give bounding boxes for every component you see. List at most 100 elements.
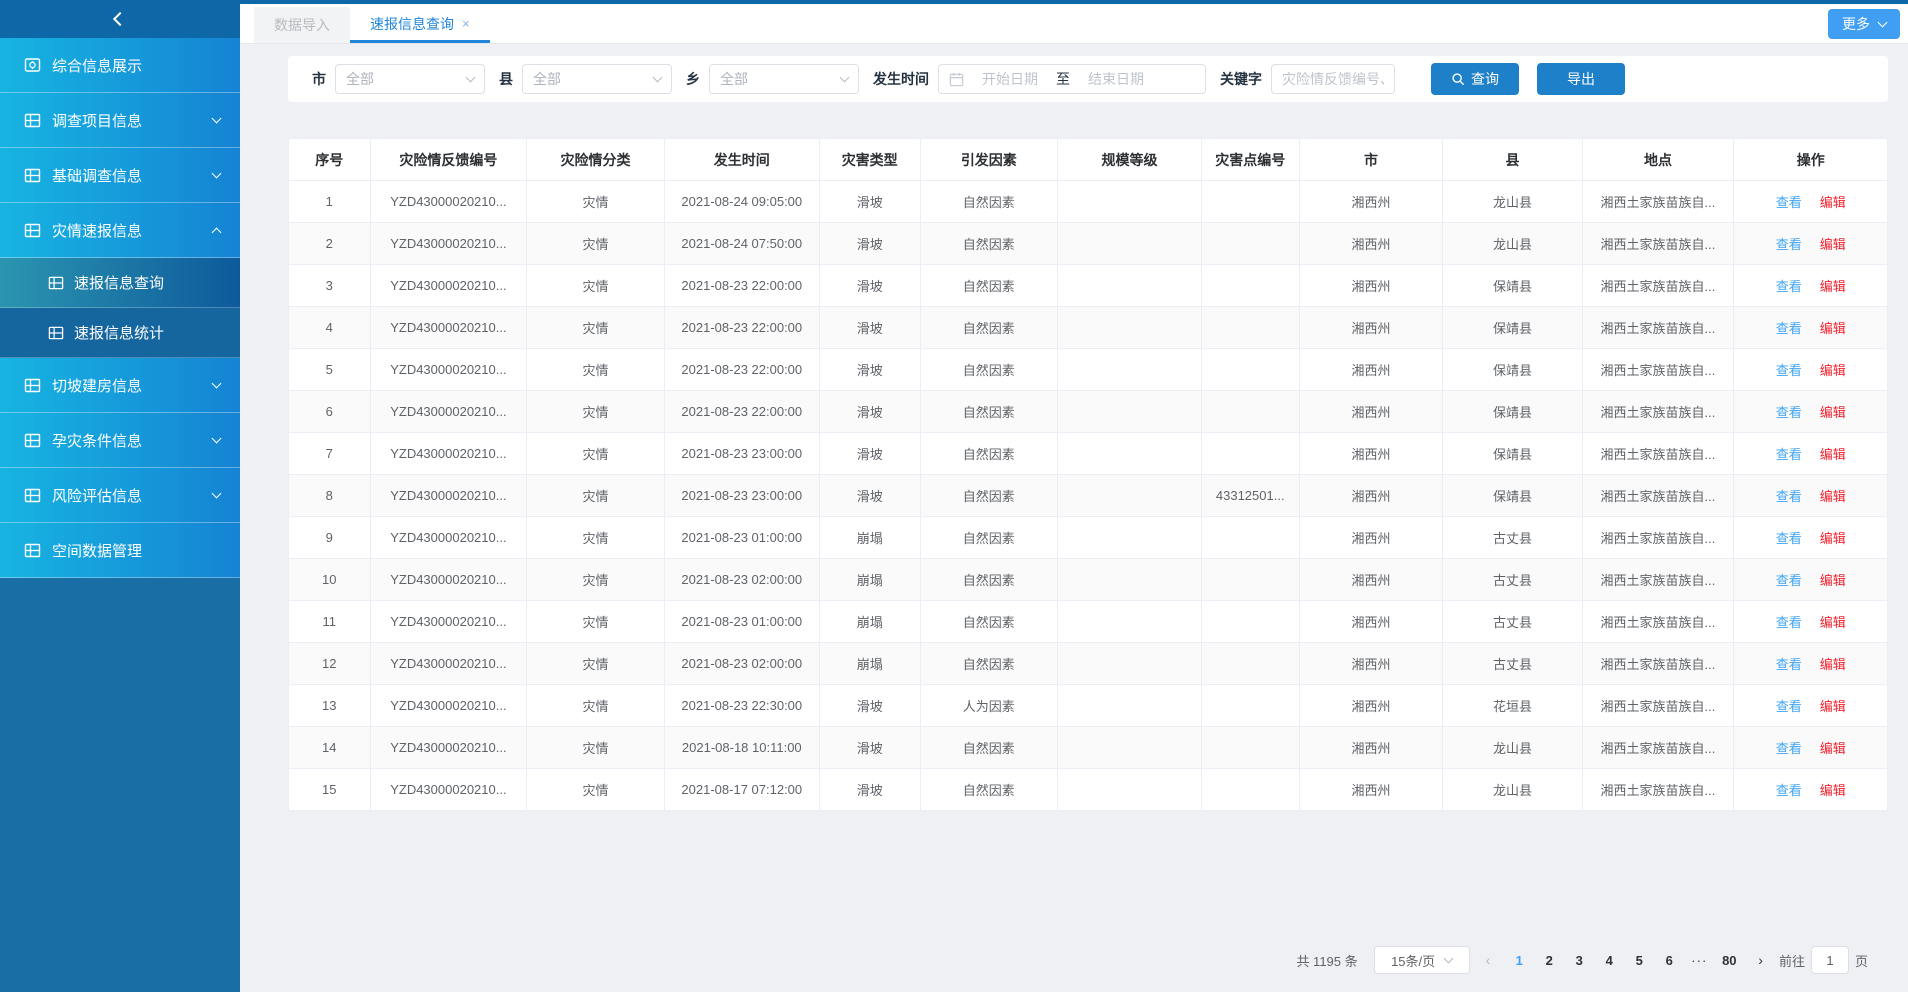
sidebar-item-1[interactable]: 综合信息展示 (0, 38, 240, 93)
sidebar-item-4[interactable]: 灾情速报信息 (0, 203, 240, 258)
page-number-6[interactable]: 6 (1656, 947, 1682, 973)
table-header-row: 序号灾险情反馈编号灾险情分类发生时间灾害类型引发因素规模等级灾害点编号市县地点操… (289, 139, 1888, 181)
cell-city: 湘西州 (1299, 433, 1443, 475)
table-row: 12YZD43000020210...灾情2021-08-23 02:00:00… (289, 643, 1888, 685)
sidebar-item-5[interactable]: 切坡建房信息 (0, 358, 240, 413)
view-link[interactable]: 查看 (1776, 237, 1802, 252)
edit-link[interactable]: 编辑 (1820, 741, 1846, 756)
export-button[interactable]: 导出 (1537, 63, 1625, 95)
view-link[interactable]: 查看 (1776, 279, 1802, 294)
view-link[interactable]: 查看 (1776, 573, 1802, 588)
cell-factor: 自然因素 (920, 601, 1058, 643)
tabs: 数据导入速报信息查询× (254, 7, 490, 43)
view-link[interactable]: 查看 (1776, 615, 1802, 630)
edit-link[interactable]: 编辑 (1820, 321, 1846, 336)
cell-factor: 自然因素 (920, 391, 1058, 433)
tab-1[interactable]: 数据导入 (254, 7, 350, 43)
cell-code: YZD43000020210... (370, 307, 527, 349)
edit-link[interactable]: 编辑 (1820, 531, 1846, 546)
cell-no: 10 (289, 559, 371, 601)
page-number-4[interactable]: 4 (1596, 947, 1622, 973)
sidebar-collapse-button[interactable] (0, 0, 240, 38)
more-button[interactable]: 更多 (1828, 9, 1900, 39)
cell-cls: 灾情 (527, 643, 665, 685)
goto-page-input[interactable] (1811, 946, 1849, 974)
view-link[interactable]: 查看 (1776, 741, 1802, 756)
cell-no: 5 (289, 349, 371, 391)
start-date-input[interactable] (968, 71, 1052, 87)
tab-2[interactable]: 速报信息查询× (350, 7, 490, 43)
data-table: 序号灾险情反馈编号灾险情分类发生时间灾害类型引发因素规模等级灾害点编号市县地点操… (288, 138, 1888, 811)
edit-link[interactable]: 编辑 (1820, 699, 1846, 714)
county-select-value: 全部 (533, 69, 654, 89)
view-link[interactable]: 查看 (1776, 699, 1802, 714)
tab-close-icon[interactable]: × (462, 17, 470, 30)
view-link[interactable]: 查看 (1776, 531, 1802, 546)
edit-link[interactable]: 编辑 (1820, 783, 1846, 798)
edit-link[interactable]: 编辑 (1820, 195, 1846, 210)
page-number-1[interactable]: 1 (1506, 947, 1532, 973)
cell-scale (1058, 517, 1202, 559)
table-row: 8YZD43000020210...灾情2021-08-23 23:00:00滑… (289, 475, 1888, 517)
cell-no: 4 (289, 307, 371, 349)
next-page-button[interactable]: › (1756, 952, 1765, 968)
sidebar-subitem-1[interactable]: 速报信息查询 (0, 258, 240, 308)
prev-page-button[interactable]: ‹ (1484, 952, 1493, 968)
edit-link[interactable]: 编辑 (1820, 405, 1846, 420)
cell-county: 古丈县 (1443, 559, 1582, 601)
search-button[interactable]: 查询 (1431, 63, 1519, 95)
page-number-2[interactable]: 2 (1536, 947, 1562, 973)
cell-scale (1058, 559, 1202, 601)
view-link[interactable]: 查看 (1776, 447, 1802, 462)
table-row: 1YZD43000020210...灾情2021-08-24 09:05:00滑… (289, 181, 1888, 223)
date-range-picker[interactable]: 至 (938, 64, 1206, 94)
table-row: 3YZD43000020210...灾情2021-08-23 22:00:00滑… (289, 265, 1888, 307)
view-link[interactable]: 查看 (1776, 657, 1802, 672)
edit-link[interactable]: 编辑 (1820, 237, 1846, 252)
edit-link[interactable]: 编辑 (1820, 363, 1846, 378)
cell-no: 3 (289, 265, 371, 307)
table-icon (24, 112, 41, 129)
edit-link[interactable]: 编辑 (1820, 573, 1846, 588)
table-row: 14YZD43000020210...灾情2021-08-18 10:11:00… (289, 727, 1888, 769)
view-link[interactable]: 查看 (1776, 195, 1802, 210)
cell-operations: 查看 编辑 (1734, 559, 1888, 601)
end-date-input[interactable] (1074, 71, 1158, 87)
cell-factor: 自然因素 (920, 349, 1058, 391)
page-number-3[interactable]: 3 (1566, 947, 1592, 973)
cell-code: YZD43000020210... (370, 559, 527, 601)
view-link[interactable]: 查看 (1776, 321, 1802, 336)
cell-time: 2021-08-23 22:30:00 (664, 685, 819, 727)
edit-link[interactable]: 编辑 (1820, 447, 1846, 462)
cell-time: 2021-08-23 22:00:00 (664, 265, 819, 307)
sidebar-item-3[interactable]: 基础调查信息 (0, 148, 240, 203)
cell-city: 湘西州 (1299, 181, 1443, 223)
cell-location: 湘西土家族苗族自... (1582, 727, 1734, 769)
sidebar-item-7[interactable]: 风险评估信息 (0, 468, 240, 523)
keyword-input[interactable] (1271, 64, 1395, 94)
view-link[interactable]: 查看 (1776, 783, 1802, 798)
sidebar-subitem-2[interactable]: 速报信息统计 (0, 308, 240, 358)
edit-link[interactable]: 编辑 (1820, 657, 1846, 672)
page-number-5[interactable]: 5 (1626, 947, 1652, 973)
city-select[interactable]: 全部 (335, 64, 485, 94)
table-icon (24, 222, 41, 239)
edit-link[interactable]: 编辑 (1820, 279, 1846, 294)
sidebar-item-6[interactable]: 孕灾条件信息 (0, 413, 240, 468)
chevron-down-icon (212, 113, 222, 123)
view-link[interactable]: 查看 (1776, 363, 1802, 378)
sidebar-menu: 综合信息展示调查项目信息基础调查信息灾情速报信息速报信息查询速报信息统计切坡建房… (0, 38, 240, 578)
sidebar-item-2[interactable]: 调查项目信息 (0, 93, 240, 148)
edit-link[interactable]: 编辑 (1820, 615, 1846, 630)
page-number-80[interactable]: 80 (1716, 947, 1742, 973)
edit-link[interactable]: 编辑 (1820, 489, 1846, 504)
county-select[interactable]: 全部 (522, 64, 672, 94)
sidebar-item-8[interactable]: 空间数据管理 (0, 523, 240, 578)
page-size-select[interactable]: 15条/页 (1374, 946, 1470, 974)
view-link[interactable]: 查看 (1776, 489, 1802, 504)
cell-operations: 查看 编辑 (1734, 601, 1888, 643)
cell-operations: 查看 编辑 (1734, 307, 1888, 349)
town-select[interactable]: 全部 (709, 64, 859, 94)
cell-operations: 查看 编辑 (1734, 391, 1888, 433)
view-link[interactable]: 查看 (1776, 405, 1802, 420)
